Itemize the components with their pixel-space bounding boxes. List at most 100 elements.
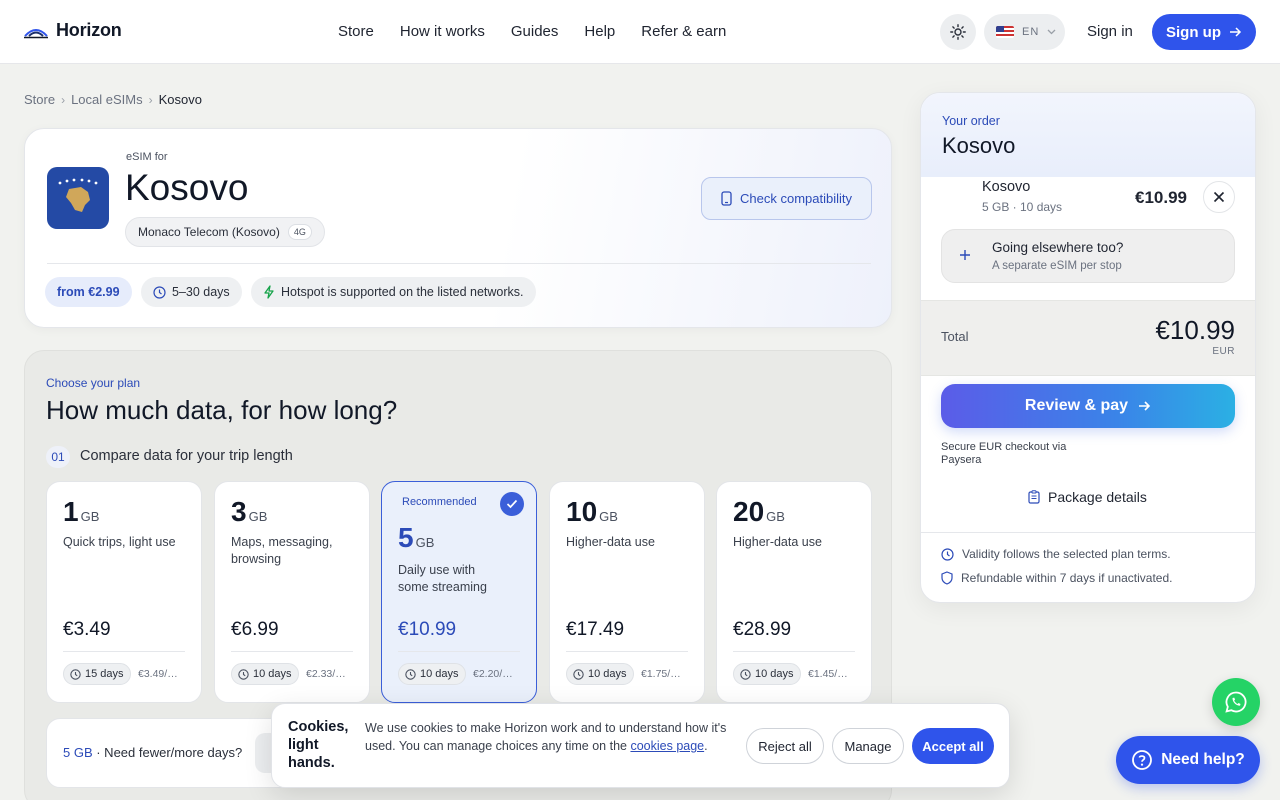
divider — [63, 651, 185, 652]
plan-size-value: 1 — [63, 496, 79, 527]
total-currency: EUR — [1212, 346, 1235, 357]
operator-name: Monaco Telecom (Kosovo) — [138, 225, 280, 239]
top-navigation-bar: Horizon Store How it works Guides Help R… — [0, 0, 1280, 64]
package-details-label: Package details — [1048, 489, 1147, 505]
cookie-banner: Cookies, light hands. We use cookies to … — [271, 703, 1010, 788]
language-selector[interactable]: EN — [984, 14, 1065, 50]
shield-icon — [941, 571, 953, 585]
validity-note: Validity follows the selected plan terms… — [941, 547, 1171, 561]
order-summary-panel: Your order Kosovo Kosovo 5 GB · 10 days … — [920, 92, 1256, 603]
chevron-down-icon — [1047, 29, 1056, 35]
breadcrumb: Store › Local eSIMs › Kosovo — [24, 92, 202, 107]
plan-days-badge: 15 days — [63, 663, 131, 685]
whatsapp-button[interactable] — [1212, 678, 1260, 726]
plan-price: €6.99 — [231, 619, 279, 640]
manage-cookies-button[interactable]: Manage — [832, 728, 904, 764]
plan-days-label: 10 days — [253, 668, 292, 680]
plan-days-label: 15 days — [85, 668, 124, 680]
clock-icon — [740, 668, 751, 680]
clock-icon — [70, 668, 81, 680]
arrow-right-icon — [1139, 401, 1151, 411]
bolt-icon — [264, 285, 274, 299]
nav-help[interactable]: Help — [584, 23, 615, 40]
validity-note-text: Validity follows the selected plan terms… — [962, 547, 1171, 561]
plan-per-day: €2.20/… — [473, 668, 513, 680]
cookies-page-link[interactable]: cookies page — [630, 739, 704, 753]
theme-toggle-button[interactable] — [940, 14, 976, 50]
plus-icon — [960, 250, 970, 260]
plan-price: €3.49 — [63, 619, 111, 640]
check-compatibility-button[interactable]: Check compatibility — [701, 177, 872, 220]
add-destination-subtitle: A separate eSIM per stop — [992, 260, 1122, 272]
order-item-meta: 5 GB · 10 days — [982, 200, 1063, 214]
plan-size: 5 GB — [398, 522, 434, 554]
need-help-button[interactable]: Need help? — [1116, 736, 1260, 784]
chevron-right-icon: › — [148, 92, 153, 107]
refund-note-text: Refundable within 7 days if unactivated. — [961, 571, 1173, 585]
breadcrumb-local-esims[interactable]: Local eSIMs — [71, 92, 143, 107]
close-icon — [1213, 191, 1225, 203]
breadcrumb-store[interactable]: Store — [24, 92, 55, 107]
sign-up-button[interactable]: Sign up — [1152, 14, 1256, 50]
divider — [398, 651, 520, 652]
plan-card-1gb[interactable]: 1 GB Quick trips, light use €3.49 15 days… — [46, 481, 202, 703]
check-compatibility-label: Check compatibility — [740, 191, 852, 206]
plan-size-value: 20 — [733, 496, 765, 527]
plan-card-5gb[interactable]: Recommended 5 GB Daily use with some stre… — [381, 481, 537, 703]
whatsapp-icon — [1225, 691, 1247, 713]
plan-size-unit: GB — [599, 509, 618, 524]
accept-all-button[interactable]: Accept all — [912, 728, 994, 764]
plan-days-badge: 10 days — [231, 663, 299, 685]
plan-price: €17.49 — [566, 619, 625, 640]
plan-days-badge: 10 days — [566, 663, 634, 685]
recommended-tag: Recommended — [402, 496, 477, 508]
remove-item-button[interactable] — [1203, 181, 1235, 213]
sun-icon — [950, 24, 966, 40]
package-details-link[interactable]: Package details — [1028, 489, 1147, 505]
plan-size-unit: GB — [248, 509, 268, 524]
arrow-right-icon — [1230, 27, 1242, 37]
clock-icon — [238, 668, 249, 680]
plan-description: Higher-data use — [733, 535, 822, 549]
sign-in-link[interactable]: Sign in — [1087, 23, 1133, 40]
order-total: Total €10.99 EUR — [921, 300, 1255, 376]
brand-logo[interactable]: Horizon — [24, 20, 122, 41]
plan-heading: How much data, for how long? — [46, 395, 398, 425]
plan-card-3gb[interactable]: 3 GB Maps, messaging, browsing €6.99 10 d… — [214, 481, 370, 703]
plan-size: 3 GB — [231, 496, 267, 528]
plan-per-day: €1.75/… — [641, 668, 681, 680]
sign-up-label: Sign up — [1166, 23, 1221, 41]
plan-size-unit: GB — [80, 509, 100, 524]
clock-icon — [153, 285, 166, 299]
duration-chip: 5–30 days — [141, 277, 242, 307]
plan-description: Maps, messaging, browsing — [231, 535, 333, 566]
plan-card-20gb[interactable]: 20 GB Higher-data use €28.99 10 days €1.4… — [716, 481, 872, 703]
add-destination-button[interactable]: Going elsewhere too? A separate eSIM per… — [941, 229, 1235, 283]
nav-refer-earn[interactable]: Refer & earn — [641, 23, 726, 40]
reject-all-button[interactable]: Reject all — [746, 728, 824, 764]
review-pay-button[interactable]: Review & pay — [941, 384, 1235, 428]
plan-description: Quick trips, light use — [63, 535, 176, 549]
plan-days-badge: 10 days — [398, 663, 466, 685]
hotspot-chip: Hotspot is supported on the listed netwo… — [251, 277, 536, 307]
divider — [921, 532, 1255, 533]
nav-store[interactable]: Store — [338, 23, 374, 40]
hotspot-chip-label: Hotspot is supported on the listed netwo… — [281, 285, 524, 299]
plan-size-unit: GB — [766, 509, 785, 524]
need-help-label: Need help? — [1161, 751, 1245, 768]
price-chip: from €2.99 — [45, 277, 132, 307]
language-code: EN — [1022, 26, 1040, 38]
horizon-logo-icon — [24, 28, 48, 38]
page-title: Kosovo — [125, 167, 249, 208]
plan-card-10gb[interactable]: 10 GB Higher-data use €17.49 10 days €1.7… — [549, 481, 705, 703]
cookie-title: Cookies, light hands. — [288, 719, 349, 771]
us-flag-icon — [996, 26, 1014, 38]
order-country: Kosovo — [942, 133, 1016, 158]
operator-pill: Monaco Telecom (Kosovo) 4G — [125, 217, 325, 247]
order-item-name: Kosovo — [982, 179, 1031, 195]
order-header: Your order Kosovo — [921, 93, 1255, 177]
nav-guides[interactable]: Guides — [511, 23, 559, 40]
order-item-price: €10.99 — [1135, 188, 1187, 207]
help-chat-icon — [1132, 750, 1153, 770]
nav-how-it-works[interactable]: How it works — [400, 23, 485, 40]
